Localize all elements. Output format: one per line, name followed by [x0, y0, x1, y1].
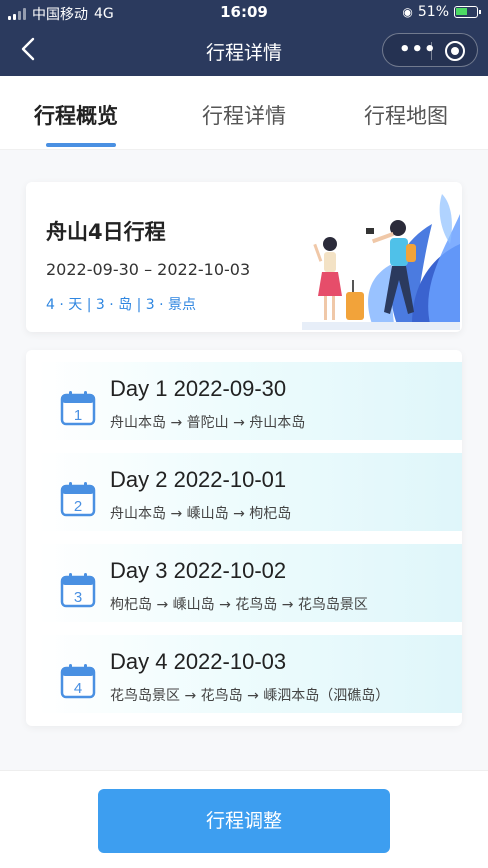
- day-item[interactable]: 2 Day 2 2022-10-01 舟山本岛 → 嵊山岛 → 枸杞岛: [38, 453, 462, 531]
- tab-overview[interactable]: 行程概览: [34, 100, 118, 130]
- bottom-bar: 行程调整: [0, 770, 488, 868]
- day-route: 枸杞岛 → 嵊山岛 → 花鸟岛 → 花鸟岛景区: [110, 597, 368, 613]
- day-heading: Day 2 2022-10-01: [110, 467, 287, 492]
- day-heading: Day 4 2022-10-03: [110, 649, 287, 674]
- travelers-illustration: [302, 194, 460, 330]
- trip-dates: 2022-09-30 – 2022-10-03: [46, 260, 251, 279]
- battery-icon: [454, 6, 481, 18]
- calendar-icon: 3: [60, 573, 96, 608]
- navigation-bar: 行程详情 •••: [0, 26, 488, 76]
- adjust-itinerary-button[interactable]: 行程调整: [98, 789, 390, 853]
- calendar-icon: 4: [60, 664, 96, 699]
- battery-percent: 51%: [417, 4, 449, 20]
- day-list: 1 Day 1 2022-09-30 舟山本岛 → 普陀山 → 舟山本岛 2 D…: [26, 350, 462, 726]
- svg-text:1: 1: [74, 407, 82, 424]
- target-icon[interactable]: [445, 41, 465, 61]
- day-item[interactable]: 3 Day 3 2022-10-02 枸杞岛 → 嵊山岛 → 花鸟岛 → 花鸟岛…: [38, 544, 462, 622]
- trip-stats: 4 · 天 | 3 · 岛 | 3 · 景点: [46, 297, 197, 313]
- day-item[interactable]: 4 Day 4 2022-10-03 花鸟岛景区 → 花鸟岛 → 嵊泗本岛（泗礁…: [38, 635, 462, 713]
- day-route: 花鸟岛景区 → 花鸟岛 → 嵊泗本岛（泗礁岛）: [110, 688, 390, 704]
- trip-summary-card[interactable]: 舟山4日行程 2022-09-30 – 2022-10-03 4 · 天 | 3…: [26, 182, 462, 332]
- trip-title: 舟山4日行程: [46, 220, 166, 244]
- tab-details[interactable]: 行程详情: [202, 100, 286, 130]
- svg-text:2: 2: [74, 498, 82, 515]
- day-heading: Day 1 2022-09-30: [110, 376, 287, 401]
- calendar-icon: 2: [60, 482, 96, 517]
- day-route: 舟山本岛 → 普陀山 → 舟山本岛: [110, 415, 306, 431]
- status-bar: 中国移动 4G 16:09 ◉ 51%: [0, 0, 488, 26]
- tab-bar: 行程概览 行程详情 行程地图: [0, 76, 488, 150]
- svg-text:4: 4: [74, 680, 82, 697]
- tab-map[interactable]: 行程地图: [364, 100, 448, 130]
- capsule-divider: [431, 42, 432, 60]
- orientation-lock-icon: ◉: [402, 5, 413, 19]
- svg-text:3: 3: [74, 589, 82, 606]
- day-heading: Day 3 2022-10-02: [110, 558, 287, 583]
- day-route: 舟山本岛 → 嵊山岛 → 枸杞岛: [110, 506, 292, 522]
- top-bar: 中国移动 4G 16:09 ◉ 51% 行程详情 •••: [0, 0, 488, 76]
- status-right: ◉ 51%: [402, 4, 481, 20]
- mini-program-capsule: •••: [382, 33, 478, 67]
- active-tab-indicator: [46, 143, 116, 147]
- calendar-icon: 1: [60, 391, 96, 426]
- day-item[interactable]: 1 Day 1 2022-09-30 舟山本岛 → 普陀山 → 舟山本岛: [38, 362, 462, 440]
- main-content: 舟山4日行程 2022-09-30 – 2022-10-03 4 · 天 | 3…: [0, 150, 488, 770]
